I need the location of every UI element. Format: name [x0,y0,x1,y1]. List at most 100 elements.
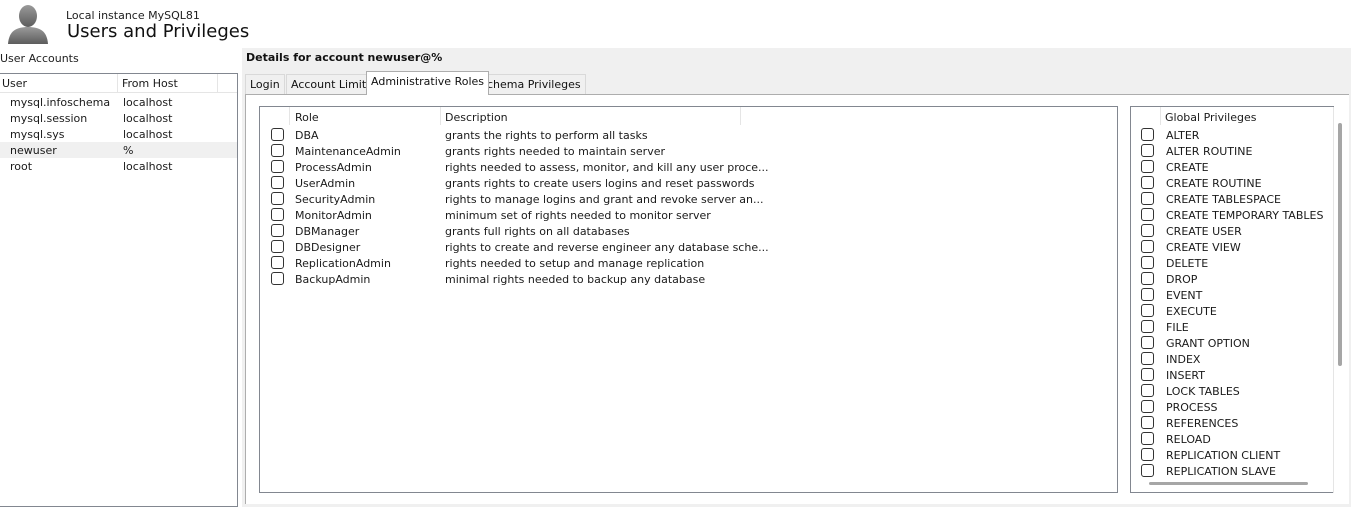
privilege-checkbox[interactable] [1141,400,1154,413]
privilege-name: DROP [1166,273,1198,286]
role-row: MaintenanceAdmin grants rights needed to … [260,143,1117,159]
role-checkbox[interactable] [271,176,284,189]
privilege-checkbox[interactable] [1141,240,1154,253]
role-description: rights to create and reverse engineer an… [445,241,769,254]
privilege-name: RELOAD [1166,433,1211,446]
privilege-name: CREATE [1166,161,1209,174]
user-row[interactable]: newuser% [0,142,237,158]
column-header-global-privileges[interactable]: Global Privileges [1165,111,1256,124]
role-row: DBA grants the rights to perform all task… [260,127,1117,143]
privilege-checkbox[interactable] [1141,464,1154,477]
privilege-name: EXECUTE [1166,305,1217,318]
privilege-checkbox[interactable] [1141,432,1154,445]
user-row[interactable]: mysql.session localhost [0,110,237,126]
privilege-row: PROCESS [1131,399,1333,415]
tab-login[interactable]: Login [245,74,285,94]
tab-account-limits[interactable]: Account Limits [286,74,377,94]
role-description: grants rights to create users logins and… [445,177,755,190]
role-name: MonitorAdmin [295,209,372,222]
privilege-name: REFERENCES [1166,417,1239,430]
privilege-checkbox[interactable] [1141,144,1154,157]
column-header-user[interactable]: User [2,77,27,90]
privilege-checkbox[interactable] [1141,192,1154,205]
role-checkbox[interactable] [271,240,284,253]
privilege-row: REPLICATION SLAVE [1131,463,1333,479]
page-title: Users and Privileges [67,21,250,42]
privilege-row: RELOAD [1131,431,1333,447]
privilege-row: REPLICATION CLIENT [1131,447,1333,463]
role-checkbox[interactable] [271,272,284,285]
privilege-name: PROCESS [1166,401,1218,414]
role-checkbox[interactable] [271,256,284,269]
column-header-from-host[interactable]: From Host [122,77,178,90]
privilege-row: GRANT OPTION [1131,335,1333,351]
user-row[interactable]: mysql.infoschema localhost [0,94,237,110]
privilege-checkbox[interactable] [1141,352,1154,365]
privilege-name: CREATE TEMPORARY TABLES [1166,209,1324,222]
privilege-checkbox[interactable] [1141,224,1154,237]
role-checkbox[interactable] [271,192,284,205]
privilege-checkbox[interactable] [1141,256,1154,269]
privilege-checkbox[interactable] [1141,416,1154,429]
privilege-row: CREATE USER [1131,223,1333,239]
privilege-row: REFERENCES [1131,415,1333,431]
privilege-checkbox[interactable] [1141,176,1154,189]
privilege-checkbox[interactable] [1141,368,1154,381]
user-host: localhost [123,96,173,109]
role-checkbox[interactable] [271,144,284,157]
privilege-checkbox[interactable] [1141,448,1154,461]
privilege-name: INSERT [1166,369,1205,382]
privilege-checkbox[interactable] [1141,288,1154,301]
privileges-vertical-scrollbar[interactable] [1338,123,1342,366]
user-accounts-table[interactable]: User From Host mysql.infoschema localhost… [0,73,238,507]
privilege-name: CREATE USER [1166,225,1242,238]
privilege-row: CREATE VIEW [1131,239,1333,255]
roles-table[interactable]: Role Description DBA grants the rights to… [259,106,1118,493]
privilege-checkbox[interactable] [1141,160,1154,173]
role-checkbox[interactable] [271,160,284,173]
global-privileges-header: Global Privileges [1131,107,1333,126]
role-name: ReplicationAdmin [295,257,391,270]
privilege-row: ALTER [1131,127,1333,143]
privilege-row: CREATE TEMPORARY TABLES [1131,207,1333,223]
global-privileges-table[interactable]: Global Privileges ALTER ALTER ROUTINE CREA… [1130,106,1334,493]
role-name: DBDesigner [295,241,361,254]
role-row: ReplicationAdmin rights needed to setup a… [260,255,1117,271]
privilege-row: LOCK TABLES [1131,383,1333,399]
column-header-role[interactable]: Role [295,111,319,124]
privilege-checkbox[interactable] [1141,320,1154,333]
privilege-checkbox[interactable] [1141,272,1154,285]
role-row: UserAdmin grants rights to create users l… [260,175,1117,191]
role-checkbox[interactable] [271,128,284,141]
privilege-checkbox[interactable] [1141,128,1154,141]
tab-administrative-roles[interactable]: Administrative Roles [366,71,489,95]
role-name: SecurityAdmin [295,193,376,206]
privilege-row: INSERT [1131,367,1333,383]
privilege-row: DELETE [1131,255,1333,271]
role-description: rights needed to setup and manage replic… [445,257,705,270]
privileges-horizontal-scrollbar[interactable] [1149,482,1308,485]
tab-schema-privileges[interactable]: Schema Privileges [475,74,586,94]
role-name: DBManager [295,225,360,238]
role-description: rights needed to assess, monitor, and ki… [445,161,769,174]
privilege-name: REPLICATION SLAVE [1166,465,1276,478]
privilege-checkbox[interactable] [1141,336,1154,349]
user-row[interactable]: root localhost [0,158,237,174]
privilege-row: CREATE ROUTINE [1131,175,1333,191]
role-name: DBA [295,129,319,142]
privilege-name: ALTER ROUTINE [1166,145,1253,158]
role-row: ProcessAdmin rights needed to assess, mon… [260,159,1117,175]
user-row[interactable]: mysql.sys localhost [0,126,237,142]
privilege-checkbox[interactable] [1141,384,1154,397]
privilege-name: EVENT [1166,289,1203,302]
user-host: % [123,144,134,157]
role-description: grants the rights to perform all tasks [445,129,648,142]
column-header-description[interactable]: Description [445,111,508,124]
role-checkbox[interactable] [271,208,284,221]
privilege-checkbox[interactable] [1141,208,1154,221]
privilege-name: REPLICATION CLIENT [1166,449,1281,462]
privilege-name: ALTER [1166,129,1200,142]
role-checkbox[interactable] [271,224,284,237]
privilege-name: FILE [1166,321,1189,334]
privilege-checkbox[interactable] [1141,304,1154,317]
